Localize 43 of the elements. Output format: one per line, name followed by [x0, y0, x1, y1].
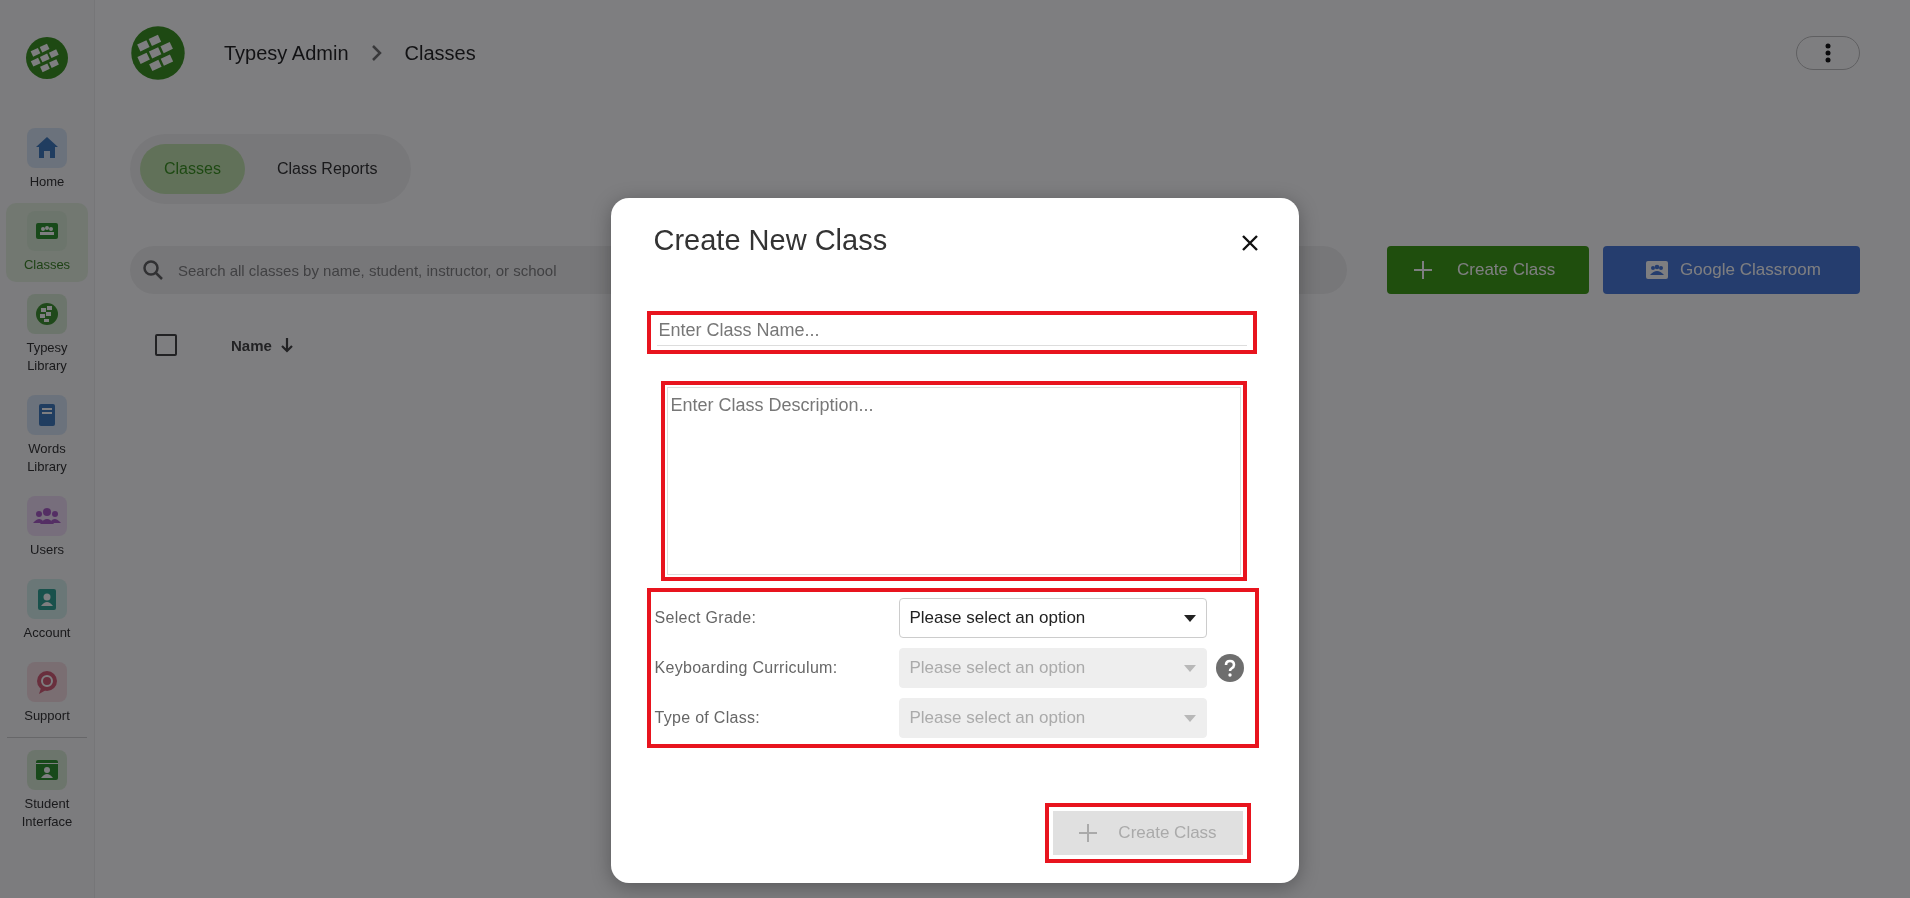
nav-item[interactable]: Words Library: [6, 387, 88, 484]
window-person-icon: [27, 750, 67, 790]
people-icon: [27, 496, 67, 536]
nav-item[interactable]: Classes: [6, 203, 88, 282]
logo-icon: [27, 294, 67, 334]
class-name-field[interactable]: Enter Class Name...: [646, 311, 1257, 354]
caret-icon: [1183, 664, 1196, 672]
people-board-icon: [1646, 261, 1669, 279]
people-board-icon: [27, 211, 67, 251]
field-label: Select Grade:: [654, 609, 758, 627]
more-button[interactable]: [1796, 36, 1860, 70]
book-icon: [27, 395, 67, 435]
field-label: Keyboarding Curriculum:: [654, 659, 839, 677]
home-icon: [27, 128, 67, 168]
close-icon: [1240, 233, 1259, 252]
breadcrumb-item[interactable]: Typesy Admin: [224, 41, 349, 65]
description-field[interactable]: Enter Class Description...: [660, 381, 1247, 581]
headset-icon: [27, 662, 67, 702]
logo-icon: [25, 36, 69, 80]
dialog-title: Create New Class: [653, 223, 888, 257]
nav-item[interactable]: Home: [6, 120, 88, 199]
chevron-icon: [370, 44, 383, 62]
nav-item[interactable]: Support: [6, 654, 88, 733]
caret-icon: [1183, 714, 1196, 722]
caret-icon: [1183, 614, 1196, 622]
checkbox[interactable]: [155, 334, 177, 356]
tab[interactable]: Class Reports: [252, 144, 402, 194]
column-header[interactable]: Name: [231, 336, 294, 354]
breadcrumb-item: Classes: [404, 41, 476, 65]
field-label: Type of Class:: [654, 709, 762, 727]
search-icon: [142, 259, 164, 281]
action-button[interactable]: Google Classroom: [1603, 246, 1860, 294]
plus-icon: [1413, 260, 1433, 280]
nav-item[interactable]: Student Interface: [6, 742, 88, 839]
plus-icon: [1078, 823, 1099, 843]
nav-item[interactable]: Account: [6, 571, 88, 650]
nav-item[interactable]: Typesy Library: [6, 286, 88, 383]
action-button[interactable]: Create Class: [1387, 246, 1589, 294]
dropdown[interactable]: Please select an option: [898, 598, 1207, 638]
logo-icon: [130, 25, 186, 81]
more-icon: [1825, 43, 1831, 63]
nav-item[interactable]: Users: [6, 488, 88, 567]
badge-icon: [27, 579, 67, 619]
